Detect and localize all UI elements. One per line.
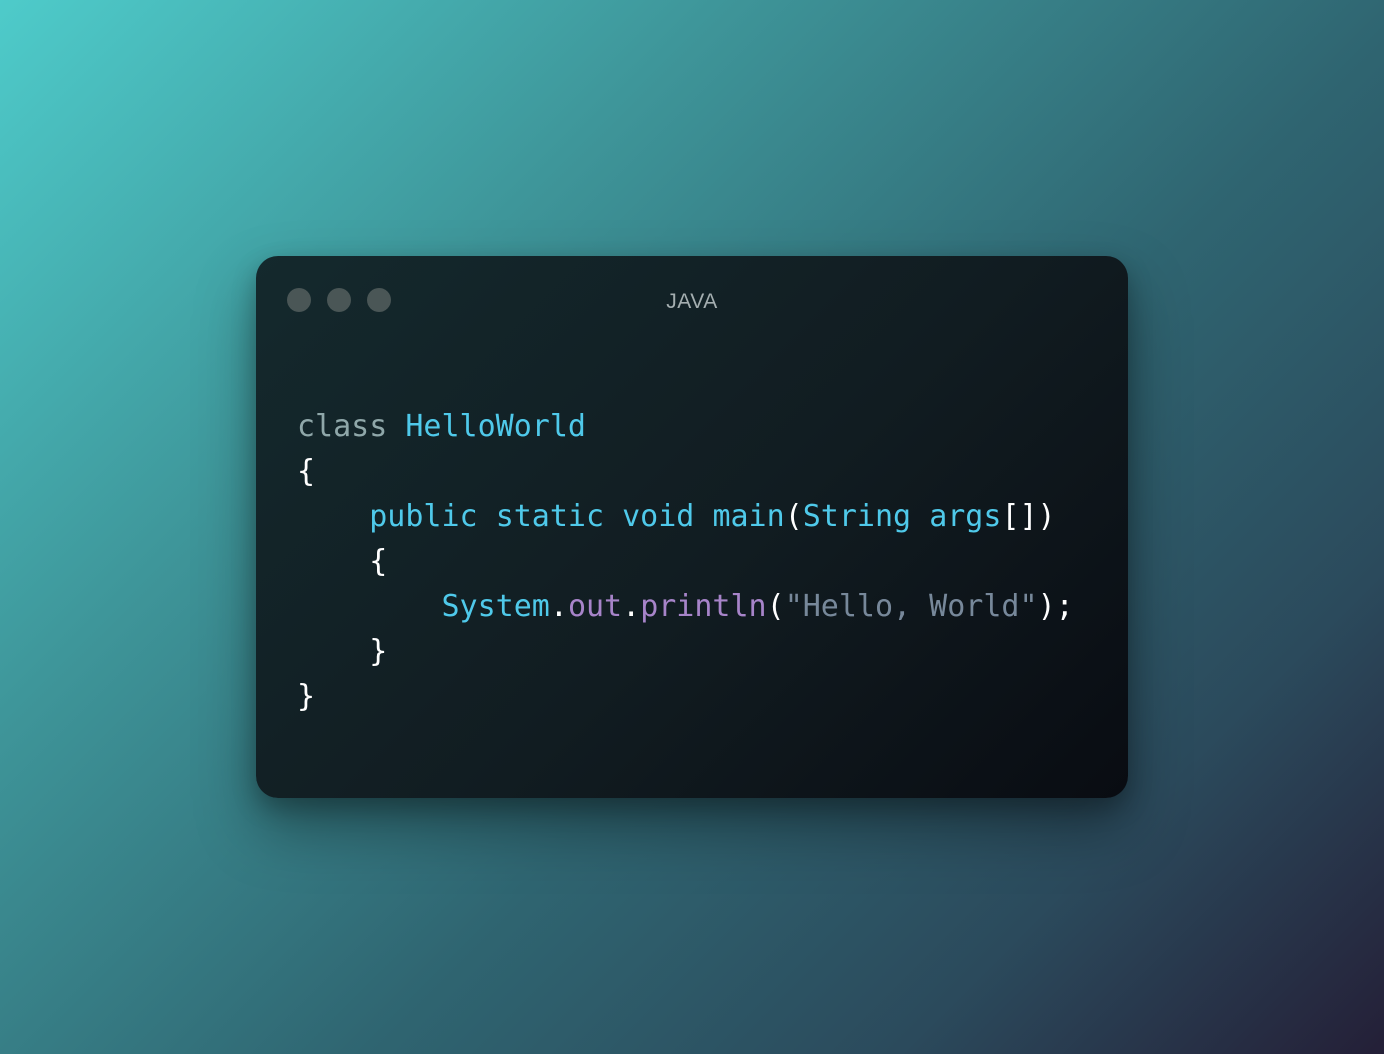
code-token: void bbox=[622, 499, 695, 534]
code-line: System.out.println("Hello, World"); bbox=[297, 584, 1074, 629]
code-token: main bbox=[712, 499, 785, 534]
code-line: } bbox=[297, 629, 1074, 674]
code-line: { bbox=[297, 449, 1074, 494]
code-token: class bbox=[297, 409, 388, 444]
code-line: public static void main(String args[]) bbox=[297, 494, 1074, 539]
code-line: class HelloWorld bbox=[297, 404, 1074, 449]
code-token: ( bbox=[766, 589, 785, 624]
window-title: JAVA bbox=[666, 290, 718, 313]
code-token: println bbox=[640, 589, 767, 624]
code-token: public bbox=[369, 499, 478, 534]
code-token: System bbox=[441, 589, 550, 624]
code-token: args bbox=[929, 499, 1002, 534]
code-token: "Hello, World" bbox=[784, 589, 1038, 624]
code-token: out bbox=[567, 589, 623, 624]
code-token: HelloWorld bbox=[405, 409, 586, 444]
code-token: { bbox=[297, 454, 316, 489]
code-token: []) bbox=[1001, 499, 1056, 534]
code-line: } bbox=[297, 674, 1074, 719]
code-line: { bbox=[297, 539, 1074, 584]
code-token: . bbox=[549, 589, 568, 624]
code-token: } bbox=[297, 634, 388, 669]
code-token: { bbox=[297, 544, 388, 579]
code-token: } bbox=[297, 679, 316, 714]
code-token: String bbox=[802, 499, 912, 534]
code-block: class HelloWorld { public static void mai… bbox=[297, 404, 1074, 719]
code-window: JAVA class HelloWorld { public static voi… bbox=[256, 256, 1128, 798]
code-token: static bbox=[495, 499, 605, 534]
code-token: ); bbox=[1037, 589, 1074, 624]
code-token: . bbox=[622, 589, 641, 624]
code-token: ( bbox=[784, 499, 803, 534]
